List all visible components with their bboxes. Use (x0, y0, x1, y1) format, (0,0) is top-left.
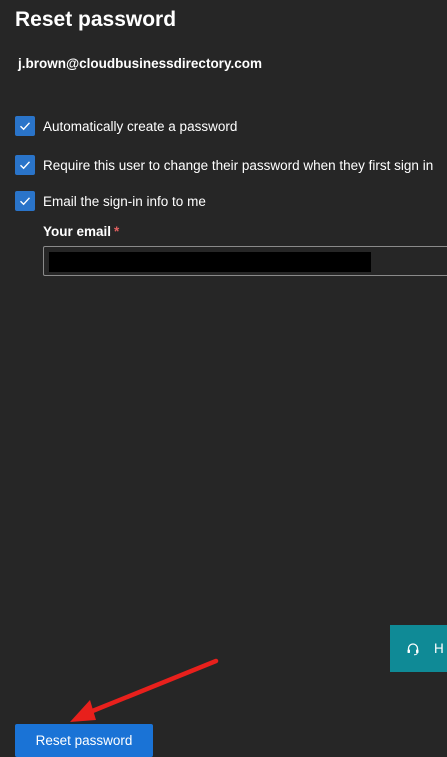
require-change-password-option[interactable]: Require this user to change their passwo… (15, 155, 433, 175)
auto-create-password-label: Automatically create a password (43, 118, 238, 134)
reset-password-panel: Reset password j.brown@cloudbusinessdire… (0, 0, 447, 757)
auto-create-password-option[interactable]: Automatically create a password (15, 116, 237, 136)
reset-password-button[interactable]: Reset password (15, 724, 153, 757)
your-email-label: Your email * (43, 224, 119, 239)
checkmark-icon (20, 122, 31, 131)
help-button[interactable]: H (390, 625, 447, 672)
auto-create-password-checkbox[interactable] (15, 116, 35, 136)
email-sign-in-info-label: Email the sign-in info to me (43, 193, 206, 209)
your-email-input[interactable] (43, 246, 447, 276)
headset-icon (407, 642, 419, 655)
help-label: H (434, 641, 444, 656)
require-change-password-checkbox[interactable] (15, 155, 35, 175)
annotation-arrow (70, 658, 219, 722)
email-sign-in-info-checkbox[interactable] (15, 191, 35, 211)
your-email-label-text: Your email (43, 224, 112, 239)
redacted-email-value (49, 252, 371, 272)
checkmark-icon (20, 197, 31, 206)
required-marker: * (114, 224, 120, 239)
checkmark-icon (20, 161, 31, 170)
email-sign-in-info-option[interactable]: Email the sign-in info to me (15, 191, 206, 211)
user-email-label: j.brown@cloudbusinessdirectory.com (18, 56, 262, 71)
require-change-password-label: Require this user to change their passwo… (43, 157, 434, 173)
page-title: Reset password (15, 8, 177, 31)
